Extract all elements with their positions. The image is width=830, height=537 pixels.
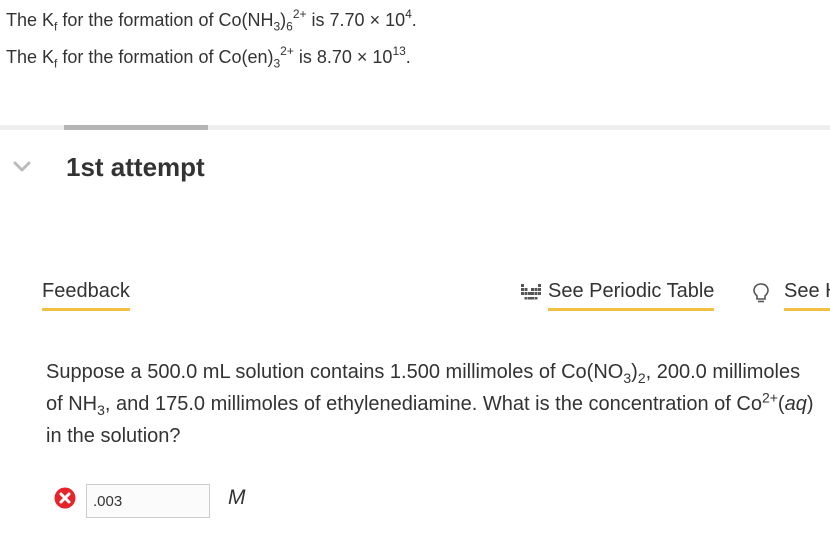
error-icon xyxy=(54,487,76,509)
question-text: Suppose a 500.0 mL solution contains 1.5… xyxy=(46,361,814,447)
chevron-down-icon[interactable] xyxy=(13,160,31,174)
hint-button[interactable]: See H xyxy=(784,280,830,311)
answer-input[interactable] xyxy=(86,484,210,518)
given-kf-en: The Kf for the formation of Co(en)32+ is… xyxy=(6,44,411,71)
periodic-table-button[interactable]: See Periodic Table xyxy=(548,280,715,311)
given-kf-nh3: The Kf for the formation of Co(NH3)62+ i… xyxy=(6,7,417,34)
answer-unit: M xyxy=(228,486,246,509)
attempt-tab-indicator[interactable] xyxy=(64,125,208,130)
lightbulb-icon[interactable] xyxy=(752,282,770,304)
feedback-button[interactable]: Feedback xyxy=(42,280,130,311)
attempt-title: 1st attempt xyxy=(66,152,205,182)
periodic-table-icon[interactable] xyxy=(520,283,542,301)
